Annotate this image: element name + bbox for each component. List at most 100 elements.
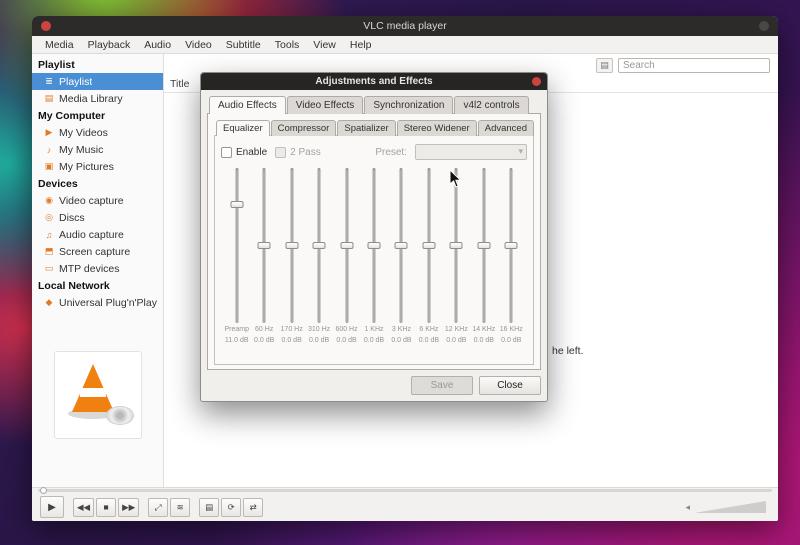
sidebar-item-label: Media Library [59,93,123,105]
sidebar-section-local-network: Local Network [32,277,163,294]
eq-slider-1-khz[interactable] [366,168,382,323]
tab-audio-effects[interactable]: Audio Effects [209,96,286,114]
preset-label: Preset: [375,147,407,158]
playlist-icon: ≣ [43,76,55,87]
stop-button[interactable]: ■ [96,498,116,517]
loop-button[interactable]: ⟳ [221,498,241,517]
eq-handle-60-hz[interactable] [258,242,271,249]
eq-band-label: 3 KHz [392,325,411,334]
window-menu-button[interactable] [759,21,769,31]
previous-button[interactable]: ◀◀ [73,498,94,517]
volume-slider[interactable] [694,501,766,513]
eq-slider-3-khz[interactable] [393,168,409,323]
eq-slider-16-khz[interactable] [503,168,519,323]
fullscreen-button[interactable]: ⤢ [148,498,168,517]
eq-slider-14-khz[interactable] [476,168,492,323]
sidebar-item-discs[interactable]: ◎Discs [32,209,163,226]
eq-slider-60-hz[interactable] [256,168,272,323]
seek-slider[interactable] [38,489,772,492]
transport-group-playlist: ▤⟳⇄ [199,498,263,517]
menu-item-media[interactable]: Media [38,39,81,51]
sidebar-item-universal-plug-n-play[interactable]: ◆Universal Plug'n'Play [32,294,163,311]
play-button[interactable]: ▶ [40,496,64,518]
sidebar-item-playlist[interactable]: ≣Playlist [32,73,163,90]
video-capture-icon: ◉ [43,195,55,206]
menu-item-tools[interactable]: Tools [268,39,307,51]
eq-band-3-khz: 3 KHz0.0 dB [388,168,415,362]
eq-handle-600-hz[interactable] [340,242,353,249]
eq-band-value: 0.0 dB [446,336,466,345]
sidebar-item-label: My Pictures [59,161,114,173]
eq-handle-6-khz[interactable] [422,242,435,249]
subtab-spatializer[interactable]: Spatializer [337,120,395,136]
preset-dropdown[interactable]: ▾ [415,144,527,160]
window-title: VLC media player [32,20,778,32]
eq-band-60-hz: 60 Hz0.0 dB [250,168,277,362]
eq-handle-1-khz[interactable] [367,242,380,249]
search-input[interactable] [618,58,770,73]
sidebar-item-my-videos[interactable]: ▶My Videos [32,124,163,141]
sidebar-item-video-capture[interactable]: ◉ Video capture [32,192,163,209]
sidebar-item-my-music[interactable]: ♪My Music [32,141,163,158]
two-pass-checkbox[interactable]: 2 Pass [275,147,321,158]
two-pass-label: 2 Pass [290,147,321,158]
random-button[interactable]: ⇄ [243,498,263,517]
dialog-close-button[interactable] [532,77,541,86]
eq-handle-14-khz[interactable] [477,242,490,249]
eq-handle-3-khz[interactable] [395,242,408,249]
menu-item-view[interactable]: View [306,39,343,51]
close-button[interactable]: Close [479,376,541,395]
eq-slider-12-khz[interactable] [448,168,464,323]
equalizer-panel: Enable 2 Pass Preset: ▾ Preamp11.0 dB60 … [214,135,534,365]
sidebar-item-mtp-devices[interactable]: ▭MTP devices [32,260,163,277]
screen-capture-icon: ⬒ [43,246,55,257]
equalizer-options: Enable 2 Pass Preset: ▾ [221,143,527,161]
dialog-titlebar: Adjustments and Effects [201,73,547,90]
subtab-advanced[interactable]: Advanced [478,120,534,136]
sidebar-item-label: Video capture [59,195,124,207]
menu-bar: MediaPlaybackAudioVideoSubtitleToolsView… [32,36,778,54]
eq-slider-preamp[interactable] [229,168,245,323]
seek-handle[interactable] [40,487,47,494]
subtab-stereo-widener[interactable]: Stereo Widener [397,120,477,136]
transport-group-main: ◀◀■▶▶ [73,498,139,517]
save-button[interactable]: Save [411,376,473,395]
eq-handle-310-hz[interactable] [313,242,326,249]
eq-band-label: 310 Hz [308,325,330,334]
subtab-equalizer[interactable]: Equalizer [216,120,270,136]
menu-item-playback[interactable]: Playback [81,39,138,51]
two-pass-checkbox-box[interactable] [275,147,286,158]
sidebar-item-label: Screen capture [59,246,130,258]
vlc-logo-card [54,351,142,439]
eq-slider-170-hz[interactable] [284,168,300,323]
eq-handle-170-hz[interactable] [285,242,298,249]
enable-checkbox-box[interactable] [221,147,232,158]
eq-band-value: 0.0 dB [364,336,384,345]
eq-band-6-khz: 6 KHz0.0 dB [415,168,442,362]
sidebar-item-media-library[interactable]: ▤Media Library [32,90,163,107]
enable-checkbox[interactable]: Enable [221,147,267,158]
subtab-compressor[interactable]: Compressor [271,120,337,136]
eq-handle-preamp[interactable] [230,201,243,208]
view-mode-button[interactable]: ▤ [596,58,613,73]
tab-video-effects[interactable]: Video Effects [287,96,364,114]
menu-item-subtitle[interactable]: Subtitle [219,39,268,51]
menu-item-help[interactable]: Help [343,39,379,51]
audio-effects-panel: EqualizerCompressorSpatializerStereo Wid… [207,113,541,370]
volume-collapse-icon[interactable]: ◂ [685,502,690,513]
eq-handle-12-khz[interactable] [450,242,463,249]
menu-item-audio[interactable]: Audio [137,39,178,51]
sidebar-item-screen-capture[interactable]: ⬒ Screen capture [32,243,163,260]
tab-v4l2-controls[interactable]: v4l2 controls [454,96,528,114]
eq-handle-16-khz[interactable] [505,242,518,249]
eq-slider-6-khz[interactable] [421,168,437,323]
eq-slider-310-hz[interactable] [311,168,327,323]
next-button[interactable]: ▶▶ [118,498,139,517]
eq-slider-600-hz[interactable] [339,168,355,323]
menu-item-video[interactable]: Video [178,39,219,51]
tab-synchronization[interactable]: Synchronization [364,96,453,114]
sidebar-item-audio-capture[interactable]: ♫Audio capture [32,226,163,243]
extended-settings-button[interactable]: ≋ [170,498,190,517]
sidebar-item-my-pictures[interactable]: ▣My Pictures [32,158,163,175]
toggle-playlist-button[interactable]: ▤ [199,498,219,517]
